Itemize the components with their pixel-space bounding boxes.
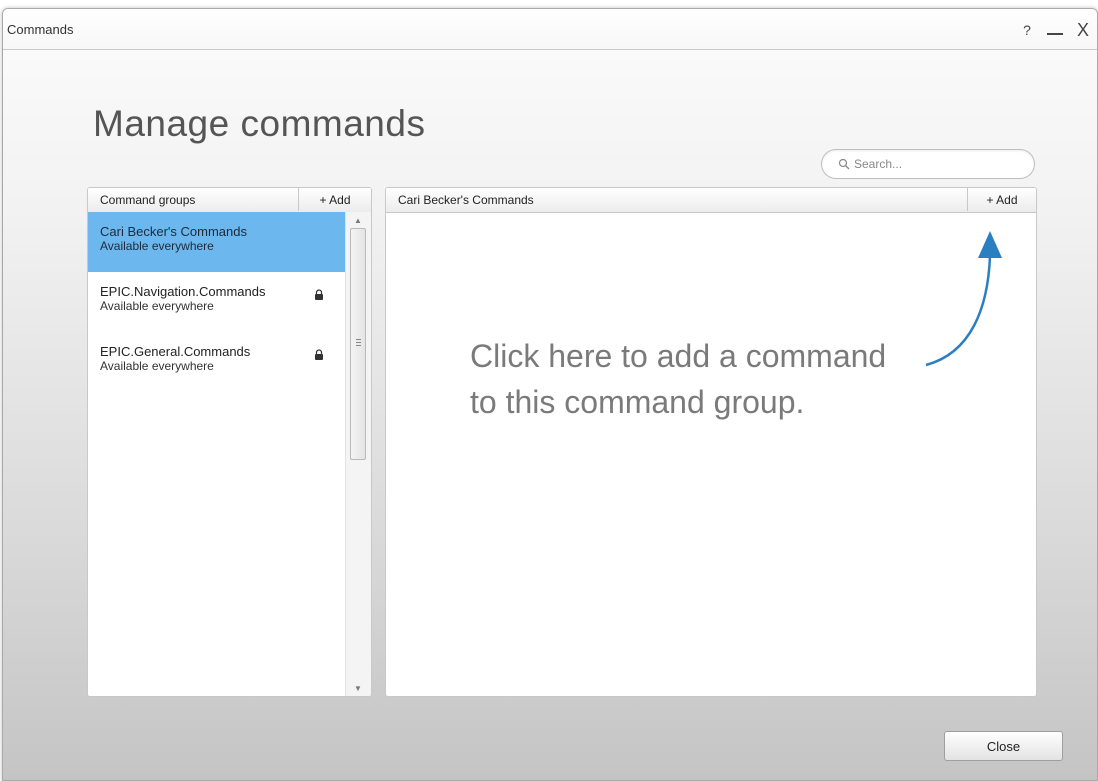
group-availability: Available everywhere [100,359,214,373]
group-item-epic-navigation[interactable]: EPIC.Navigation.Commands Available every… [88,272,346,332]
close-window-button[interactable]: X [1069,16,1097,44]
window-title: Commands [7,22,74,37]
group-item-cari-becker[interactable]: Cari Becker's Commands Available everywh… [88,212,346,272]
command-groups-label: Command groups [100,193,196,207]
commands-panel: Cari Becker's Commands + Add Click here … [385,187,1037,697]
window-controls: ? X [1013,15,1097,45]
group-item-epic-general[interactable]: EPIC.General.Commands Available everywhe… [88,332,346,392]
commands-header: Cari Becker's Commands + Add [386,188,1036,213]
scroll-up-arrow-icon[interactable]: ▲ [346,212,370,228]
group-list-scrollbar[interactable]: ▲ ▼ [345,212,371,696]
commands-window: Commands ? X Manage commands Command gro… [2,8,1098,781]
curved-arrow-icon [925,231,1002,367]
scroll-down-arrow-icon[interactable]: ▼ [346,680,370,696]
lock-icon [314,288,324,300]
group-name: Cari Becker's Commands [100,224,247,239]
search-box[interactable] [821,149,1035,179]
group-availability: Available everywhere [100,299,214,313]
page-title: Manage commands [93,103,426,144]
command-groups-panel: Command groups + Add Cari Becker's Comma… [87,187,372,697]
close-button[interactable]: Close [944,731,1063,761]
add-group-button[interactable]: + Add [298,188,371,211]
command-groups-header: Command groups + Add [88,188,371,213]
hint-line-2: to this command group. [470,384,805,420]
hint-line-1: Click here to add a command [470,338,887,374]
search-input[interactable] [854,157,1014,171]
scroll-grip-icon [356,339,361,347]
add-command-button[interactable]: + Add [967,188,1036,211]
title-bar: Commands ? X [3,9,1097,50]
minimize-icon [1047,33,1063,35]
add-command-hint: Click here to add a command to this comm… [470,333,886,425]
commands-header-label: Cari Becker's Commands [398,193,534,207]
group-name: EPIC.Navigation.Commands [100,284,266,299]
group-availability: Available everywhere [100,239,214,253]
scroll-thumb[interactable] [350,228,366,460]
minimize-button[interactable] [1041,16,1069,44]
command-group-list: Cari Becker's Commands Available everywh… [88,212,346,696]
search-icon [838,158,850,170]
group-name: EPIC.General.Commands [100,344,251,359]
help-button[interactable]: ? [1013,16,1041,44]
lock-icon [314,348,324,360]
